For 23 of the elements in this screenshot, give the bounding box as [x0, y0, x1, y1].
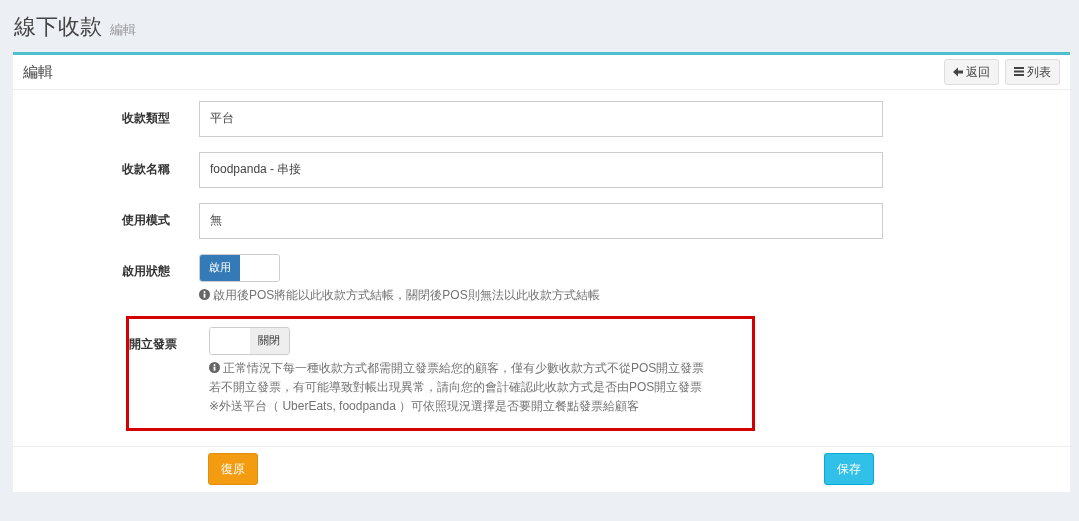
card-title: 編輯 [23, 61, 53, 82]
toggle-switch[interactable]: 啟用 [199, 253, 280, 282]
info-icon [209, 361, 220, 373]
help-text: ※外送平台（ UberEats, foodpanda ）可依照現況選擇是否要開立餐點發票給顧客 [209, 397, 641, 415]
field-label: 使用模式 [122, 211, 171, 229]
field-label: 收款名稱 [122, 160, 171, 178]
back-button[interactable]: 返回 [944, 58, 999, 85]
toggle-switch[interactable]: 關閉 [209, 326, 290, 355]
help-text: 正常情況下每一種收款方式都需開立發票給您的顧客，僅有少數收款方式不從POS開立發票 [223, 360, 705, 375]
list-button[interactable]: 列表 [1005, 58, 1060, 85]
list-icon [1014, 67, 1024, 77]
info-icon [199, 288, 210, 300]
input-field[interactable]: foodpanda - 串接 [199, 151, 883, 188]
field-label: 收款類型 [122, 109, 171, 127]
page-title: 線下收款 [14, 13, 102, 41]
help-text: 若不開立發票，有可能導致對帳出現異常，請向您的會計確認此收款方式是否由POS開立發票 [209, 378, 704, 396]
field-label: 開立發票 [129, 335, 178, 353]
input-field[interactable]: 無 [199, 202, 883, 239]
page-subtitle: 編輯 [110, 21, 136, 39]
arrow-left-icon [953, 66, 963, 77]
input-field[interactable]: 平台 [199, 100, 883, 137]
field-label: 啟用狀態 [122, 262, 171, 280]
help-text: 啟用後POS將能以此收款方式結帳，關閉後POS則無法以此收款方式結帳 [213, 287, 600, 302]
